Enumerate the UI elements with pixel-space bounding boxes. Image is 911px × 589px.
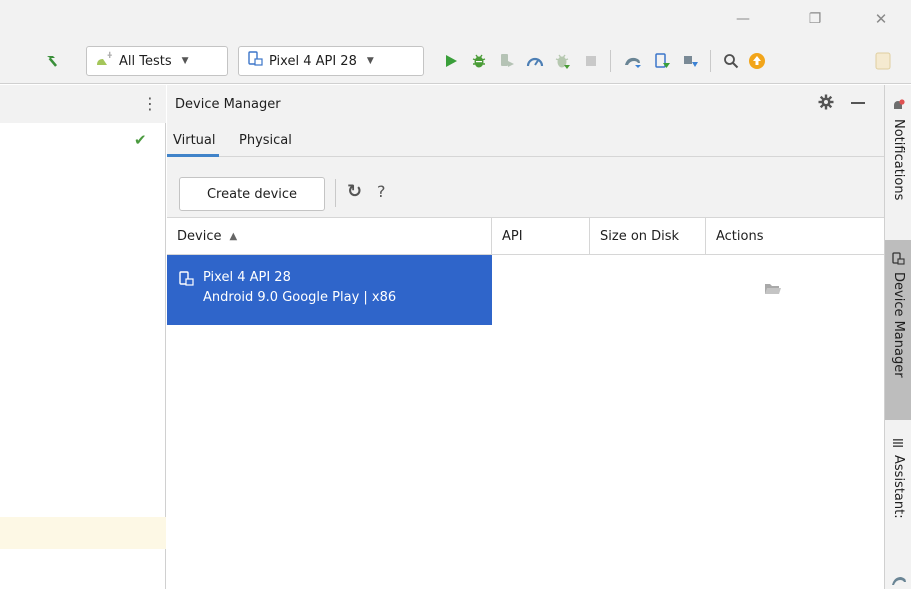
tab-notifications[interactable]: Notifications bbox=[885, 99, 911, 229]
create-device-button[interactable]: Create device bbox=[179, 177, 325, 211]
main-toolbar: All Tests ▼ Pixel 4 API 28 ▼ bbox=[0, 38, 911, 84]
device-name: Pixel 4 API 28 bbox=[203, 270, 291, 285]
run-icon[interactable] bbox=[438, 48, 464, 74]
device-type-tabs: Virtual Physical bbox=[166, 123, 884, 157]
highlighted-row bbox=[0, 517, 166, 549]
chevron-down-icon: ▼ bbox=[181, 56, 189, 66]
close-icon: ✕ bbox=[874, 10, 888, 28]
gear-icon[interactable] bbox=[817, 93, 835, 115]
notifications-icon bbox=[891, 99, 906, 113]
run-config-label: All Tests bbox=[119, 53, 172, 69]
device-details: Android 9.0 Google Play | x86 bbox=[203, 290, 397, 305]
assistant-icon bbox=[891, 437, 906, 449]
tab-assistant-label: Assistant: bbox=[891, 455, 906, 519]
column-size-on-disk[interactable]: Size on Disk bbox=[590, 218, 706, 255]
profile-icon[interactable] bbox=[522, 48, 548, 74]
hammer-icon[interactable] bbox=[40, 48, 66, 74]
update-icon[interactable] bbox=[744, 48, 770, 74]
column-api[interactable]: API bbox=[492, 218, 590, 255]
device-manager-header: Device Manager bbox=[167, 85, 884, 123]
more-options-icon[interactable]: ⋮ bbox=[142, 94, 158, 113]
right-tool-strip: Notifications Device Manager Assistant: bbox=[884, 85, 911, 589]
run-config-dropdown[interactable]: All Tests ▼ bbox=[86, 46, 228, 76]
minimize-icon: — bbox=[736, 11, 750, 27]
android-test-icon bbox=[95, 51, 113, 71]
device-manager-panel: Device Manager Virtual Physical Create d… bbox=[166, 85, 884, 589]
tab-physical-label: Physical bbox=[239, 132, 292, 148]
tab-virtual[interactable]: Virtual bbox=[166, 123, 221, 157]
device-actions-bar: Create device ↻ ? bbox=[167, 157, 884, 217]
minimize-panel-icon[interactable] bbox=[851, 102, 865, 104]
close-button[interactable]: ✕ bbox=[858, 0, 904, 38]
chevron-down-icon: ▼ bbox=[366, 56, 374, 66]
account-icon[interactable] bbox=[870, 48, 896, 74]
gradle-sync-icon[interactable] bbox=[620, 48, 646, 74]
stop-icon[interactable] bbox=[578, 48, 604, 74]
toolbar-divider bbox=[710, 50, 711, 72]
device-manager-icon bbox=[891, 252, 906, 266]
tab-device-manager[interactable]: Device Manager bbox=[885, 240, 911, 420]
checkmark-icon: ✔ bbox=[134, 131, 147, 149]
panel-title: Device Manager bbox=[175, 96, 281, 112]
refresh-icon[interactable]: ↻ bbox=[347, 181, 362, 202]
debug-icon[interactable] bbox=[466, 48, 492, 74]
device-table-header: Device ▲ API Size on Disk Actions bbox=[167, 217, 884, 255]
restore-button[interactable]: ❐ bbox=[792, 0, 838, 38]
phone-icon bbox=[178, 271, 194, 291]
column-actions[interactable]: Actions bbox=[706, 218, 884, 255]
project-panel-header: ⋮ bbox=[0, 85, 166, 123]
tab-virtual-label: Virtual bbox=[173, 132, 216, 148]
title-bar: — ❐ ✕ bbox=[0, 0, 911, 38]
device-selector-dropdown[interactable]: Pixel 4 API 28 ▼ bbox=[238, 46, 424, 76]
project-panel: ⋮ ✔ bbox=[0, 85, 166, 589]
minimize-button[interactable]: — bbox=[720, 0, 766, 38]
toolbar-divider bbox=[610, 50, 611, 72]
column-size-label: Size on Disk bbox=[600, 229, 680, 244]
table-row[interactable]: Pixel 4 API 28 Android 9.0 Google Play |… bbox=[167, 255, 492, 325]
tab-device-manager-label: Device Manager bbox=[891, 272, 906, 378]
column-actions-label: Actions bbox=[716, 229, 764, 244]
device-manager-icon[interactable] bbox=[650, 48, 676, 74]
column-device[interactable]: Device ▲ bbox=[167, 218, 492, 255]
actions-divider bbox=[335, 179, 336, 207]
table-row-cells bbox=[492, 255, 884, 325]
folder-icon[interactable] bbox=[764, 282, 782, 300]
sdk-manager-icon[interactable] bbox=[678, 48, 704, 74]
search-icon[interactable] bbox=[718, 48, 744, 74]
restore-icon: ❐ bbox=[808, 11, 822, 27]
help-icon[interactable]: ? bbox=[377, 182, 386, 201]
tab-physical[interactable]: Physical bbox=[239, 123, 292, 157]
phone-icon bbox=[247, 51, 263, 71]
tab-notifications-label: Notifications bbox=[891, 119, 906, 201]
sort-ascending-icon: ▲ bbox=[229, 231, 238, 242]
attach-debugger-icon[interactable] bbox=[494, 48, 520, 74]
column-api-label: API bbox=[502, 229, 523, 244]
device-selector-label: Pixel 4 API 28 bbox=[269, 53, 357, 69]
apply-changes-icon[interactable] bbox=[550, 48, 576, 74]
tab-assistant[interactable]: Assistant: bbox=[885, 437, 911, 547]
gradle-icon[interactable] bbox=[890, 573, 908, 589]
column-device-label: Device bbox=[177, 229, 222, 244]
